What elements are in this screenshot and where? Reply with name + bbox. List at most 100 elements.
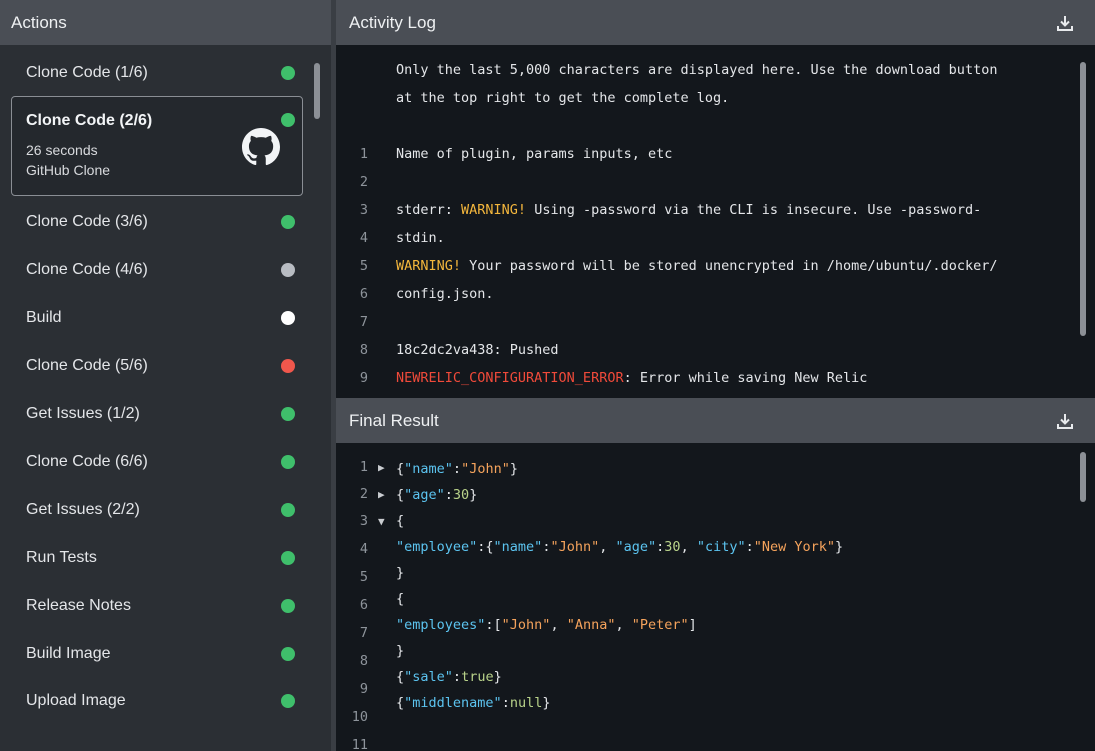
actions-sidebar: Actions Clone Code (1/6) Clone Code (2/6… <box>0 0 331 751</box>
action-item[interactable]: Build Image <box>11 630 303 678</box>
line-number: 10 <box>351 709 368 725</box>
log-text: Using -password via the CLI is insecure.… <box>526 202 982 218</box>
action-item[interactable]: Clone Code (4/6) <box>11 246 303 294</box>
json-line: } <box>396 565 405 581</box>
final-result-title: Final Result <box>349 410 439 430</box>
log-warning: WARNING! <box>396 258 462 274</box>
json-line: { <box>396 591 405 607</box>
action-label: Clone Code (4/6) <box>26 261 148 278</box>
status-dot-success <box>281 694 295 708</box>
log-line: 18c2dc2va438: Pushed <box>396 342 559 358</box>
action-item[interactable]: Get Issues (2/2) <box>11 486 303 534</box>
action-label: Build Image <box>26 645 111 662</box>
json-line: } <box>396 643 405 659</box>
line-number: 4 <box>359 541 368 557</box>
status-dot-success <box>281 647 295 661</box>
status-dot-success <box>281 551 295 565</box>
action-label: Clone Code (6/6) <box>26 453 148 470</box>
action-item[interactable]: Clone Code (1/6) <box>11 49 303 97</box>
download-icon[interactable] <box>1055 13 1075 33</box>
line-number: 8 <box>359 653 368 669</box>
action-duration: 26 seconds <box>26 142 98 158</box>
actions-list: Clone Code (1/6) Clone Code (2/6) 26 sec… <box>0 45 331 751</box>
json-line: {"name":"John"} <box>396 461 518 477</box>
action-label: Upload Image <box>26 692 126 709</box>
collapse-icon[interactable]: ▼ <box>378 515 385 528</box>
action-item[interactable]: Upload Image <box>11 677 303 725</box>
status-dot-success <box>281 215 295 229</box>
line-number: 6 <box>359 286 368 302</box>
status-dot-running <box>281 311 295 325</box>
log-line: config.json. <box>396 286 494 302</box>
download-icon[interactable] <box>1055 411 1075 431</box>
line-number: 6 <box>359 597 368 613</box>
status-dot-pending <box>281 263 295 277</box>
final-result-header: Final Result <box>336 398 1095 443</box>
activity-log-scrollbar[interactable] <box>1080 62 1086 336</box>
log-prefix: stderr: <box>396 202 462 218</box>
json-line: "employee":{"name":"John", "age":30, "ci… <box>396 539 844 555</box>
status-dot-failed <box>281 359 295 373</box>
log-notice: Only the last 5,000 characters are displ… <box>396 62 998 78</box>
json-line: {"sale":true} <box>396 669 502 685</box>
status-dot-success <box>281 599 295 613</box>
status-dot-success <box>281 407 295 421</box>
line-number: 8 <box>359 342 368 358</box>
log-line: NEWRELIC_CONFIGURATION_ERROR: Error whil… <box>396 370 867 386</box>
log-notice: at the top right to get the complete log… <box>396 90 730 106</box>
status-dot-success <box>281 455 295 469</box>
expand-icon[interactable]: ▶ <box>378 461 385 474</box>
activity-log-header: Activity Log <box>336 0 1095 45</box>
action-label: Get Issues (2/2) <box>26 501 140 518</box>
action-label: Clone Code (3/6) <box>26 213 148 230</box>
line-number: 9 <box>359 681 368 697</box>
line-number: 5 <box>359 569 368 585</box>
line-number: 1 <box>359 146 368 162</box>
line-number: 4 <box>359 230 368 246</box>
sidebar-header: Actions <box>0 0 331 45</box>
activity-log-title: Activity Log <box>349 12 436 32</box>
log-line: WARNING! Your password will be stored un… <box>396 258 997 274</box>
status-dot-success <box>281 503 295 517</box>
log-line: stdin. <box>396 230 445 246</box>
line-number: 1 <box>359 459 368 475</box>
json-line: "employees":["John", "Anna", "Peter"] <box>396 617 697 633</box>
action-label: Run Tests <box>26 549 97 566</box>
action-label: Get Issues (1/2) <box>26 405 140 422</box>
line-number: 7 <box>359 625 368 641</box>
action-item[interactable]: Clone Code (6/6) <box>11 438 303 486</box>
line-number: 2 <box>359 486 368 502</box>
log-line: stderr: WARNING! Using -password via the… <box>396 202 981 218</box>
action-label: Clone Code (2/6) <box>26 112 153 129</box>
line-number: 9 <box>359 370 368 386</box>
action-type: GitHub Clone <box>26 162 111 178</box>
log-text: Your password will be stored unencrypted… <box>461 258 998 274</box>
action-label: Release Notes <box>26 597 131 614</box>
action-item[interactable]: Build <box>11 294 303 342</box>
log-line: Name of plugin, params inputs, etc <box>396 146 673 162</box>
action-item[interactable]: Run Tests <box>11 534 303 582</box>
json-line: {"middlename":null} <box>396 695 551 711</box>
action-item-selected[interactable]: Clone Code (2/6) 26 seconds GitHub Clone <box>11 96 303 196</box>
log-warning: WARNING! <box>461 202 527 218</box>
action-item[interactable]: Get Issues (1/2) <box>11 390 303 438</box>
line-number: 3 <box>359 202 368 218</box>
action-label: Build <box>26 309 62 326</box>
json-line: { <box>396 513 405 529</box>
action-label: Clone Code (1/6) <box>26 64 148 81</box>
log-text: : Error while saving New Relic <box>623 370 868 386</box>
sidebar-scrollbar[interactable] <box>314 63 320 119</box>
action-item[interactable]: Clone Code (3/6) <box>11 198 303 246</box>
action-item[interactable]: Release Notes <box>11 582 303 630</box>
line-number: 11 <box>351 737 368 751</box>
final-result-scrollbar[interactable] <box>1080 452 1086 502</box>
action-item[interactable]: Clone Code (5/6) <box>11 342 303 390</box>
json-line: {"age":30} <box>396 487 478 503</box>
line-number: 5 <box>359 258 368 274</box>
line-number: 3 <box>359 513 368 529</box>
log-error: NEWRELIC_CONFIGURATION_ERROR <box>396 370 624 386</box>
expand-icon[interactable]: ▶ <box>378 488 385 501</box>
status-dot-success <box>281 113 295 127</box>
action-label: Clone Code (5/6) <box>26 357 148 374</box>
sidebar-title: Actions <box>11 12 67 32</box>
